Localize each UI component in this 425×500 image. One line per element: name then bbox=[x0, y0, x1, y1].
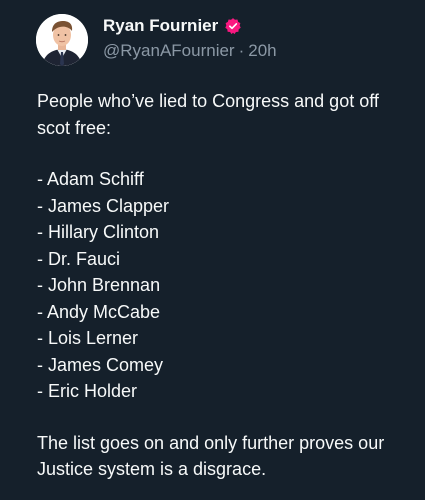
author-handle-row: @RyanAFournier · 20h bbox=[103, 41, 277, 61]
list-item: - Hillary Clinton bbox=[37, 222, 160, 242]
author-handle[interactable]: @RyanAFournier bbox=[103, 41, 235, 61]
meta-separator: · bbox=[238, 41, 245, 60]
list-item: - James Clapper bbox=[37, 195, 170, 216]
list-item: - Adam Schiff bbox=[37, 169, 144, 189]
list-item: - Dr. Fauci bbox=[37, 248, 121, 269]
tweet-name-list: - Adam Schiff - James Clapper - Hillary … bbox=[37, 166, 407, 405]
list-item: - Lois Lerner bbox=[37, 328, 139, 348]
verified-badge-icon bbox=[224, 17, 242, 35]
avatar[interactable] bbox=[36, 14, 88, 66]
list-item: - John Brennan bbox=[37, 275, 161, 295]
profile-photo-icon bbox=[36, 14, 88, 66]
tweet-intro-text: People who’ve lied to Congress and got o… bbox=[37, 91, 379, 138]
tweet-timestamp[interactable]: 20h bbox=[248, 41, 276, 61]
list-item: - Eric Holder bbox=[37, 381, 138, 401]
list-item: - Andy McCabe bbox=[37, 301, 161, 322]
author-display-name[interactable]: Ryan Fournier bbox=[103, 16, 218, 36]
tweet-card[interactable]: Ryan Fournier @RyanAFournier · 20h Peopl… bbox=[0, 0, 425, 500]
author-name-row: Ryan Fournier bbox=[103, 15, 242, 37]
list-item: - James Comey bbox=[37, 354, 164, 375]
tweet-body: People who’ve lied to Congress and got o… bbox=[37, 88, 407, 483]
tweet-outro-text: The list goes on and only further proves… bbox=[37, 432, 385, 480]
